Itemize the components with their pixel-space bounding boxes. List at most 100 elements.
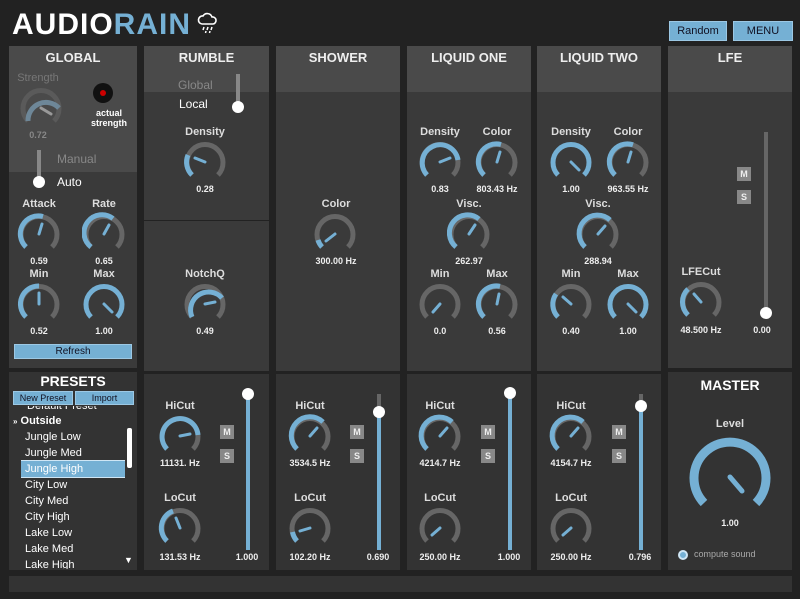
preset-item[interactable]: City Med bbox=[21, 493, 125, 509]
preset-item[interactable]: City Low bbox=[21, 477, 125, 493]
rumble-local-option[interactable]: Local bbox=[179, 97, 208, 111]
preset-scrollbar-thumb[interactable] bbox=[127, 428, 132, 468]
l1-mute-button[interactable]: M bbox=[481, 425, 495, 439]
shower-hicut-knob[interactable] bbox=[288, 414, 332, 458]
lfe-mute-button[interactable]: M bbox=[737, 167, 751, 181]
preset-item[interactable]: Jungle Low bbox=[21, 429, 125, 445]
shower-solo-button[interactable]: S bbox=[350, 449, 364, 463]
l2-visc-knob[interactable] bbox=[576, 212, 620, 256]
l2-visc-value: 288.94 bbox=[584, 256, 612, 266]
preset-list[interactable]: Jungle Low Jungle Med Jungle High City Low C… bbox=[21, 429, 125, 569]
master-level-label: Level bbox=[715, 418, 745, 430]
l2-locut-knob[interactable] bbox=[549, 506, 593, 550]
new-preset-button[interactable]: New Preset bbox=[13, 391, 73, 405]
l2-color-knob[interactable] bbox=[606, 140, 650, 184]
shower-color-knob[interactable] bbox=[313, 212, 357, 256]
l2-locut-value: 250.00 Hz bbox=[550, 552, 592, 562]
rain-cloud-icon bbox=[197, 12, 217, 34]
l1-solo-button[interactable]: S bbox=[481, 449, 495, 463]
l2-hicut-knob[interactable] bbox=[549, 414, 593, 458]
shower-hicut-value: 3534.5 Hz bbox=[289, 458, 331, 468]
preset-item[interactable]: Jungle High bbox=[21, 460, 125, 478]
l1-visc-value: 262.97 bbox=[455, 256, 483, 266]
shower-fader-handle[interactable] bbox=[373, 406, 385, 418]
rate-knob[interactable] bbox=[82, 212, 126, 256]
refresh-button[interactable]: Refresh bbox=[14, 344, 132, 359]
l1-max-label: Max bbox=[486, 268, 508, 280]
presets-panel: PRESETS Default Preset New Preset Import… bbox=[9, 372, 137, 570]
liquid-one-panel: LIQUID ONE Density 0.83 Color 803.43 Hz … bbox=[407, 46, 531, 371]
l1-min-knob[interactable] bbox=[418, 282, 462, 326]
compute-sound-radio[interactable] bbox=[678, 550, 688, 560]
manual-auto-switch-handle[interactable] bbox=[33, 176, 45, 188]
preset-item[interactable]: Lake Low bbox=[21, 525, 125, 541]
lfe-fader-track[interactable] bbox=[764, 132, 768, 312]
l2-fader-handle[interactable] bbox=[635, 400, 647, 412]
menu-button[interactable]: MENU bbox=[733, 21, 793, 41]
preset-group-outside[interactable]: » Outside bbox=[13, 415, 61, 427]
l2-mute-button[interactable]: M bbox=[612, 425, 626, 439]
l2-max-knob[interactable] bbox=[606, 282, 650, 326]
rumble-fader-handle[interactable] bbox=[242, 388, 254, 400]
presets-title: PRESETS bbox=[40, 373, 106, 389]
strength-knob[interactable] bbox=[19, 86, 63, 130]
rumble-notchq-knob[interactable] bbox=[183, 282, 227, 326]
rumble-divider bbox=[144, 220, 269, 221]
rumble-fader-value: 1.000 bbox=[235, 552, 259, 562]
l1-hicut-label: HiCut bbox=[425, 400, 455, 412]
l2-solo-button[interactable]: S bbox=[612, 449, 626, 463]
l1-hicut-knob[interactable] bbox=[418, 414, 462, 458]
lfe-fader-value: 0.00 bbox=[753, 325, 771, 335]
rumble-fader-fill[interactable] bbox=[246, 394, 250, 550]
shower-locut-value: 102.20 Hz bbox=[289, 552, 331, 562]
scroll-down-icon[interactable]: ▼ bbox=[124, 555, 133, 565]
preset-group-label: Outside bbox=[20, 415, 62, 427]
rumble-locut-value: 131.53 Hz bbox=[159, 552, 201, 562]
shower-fader-fill[interactable] bbox=[377, 412, 381, 550]
l2-density-knob[interactable] bbox=[549, 140, 593, 184]
rumble-solo-button[interactable]: S bbox=[220, 449, 234, 463]
rumble-density-knob[interactable] bbox=[183, 140, 227, 184]
rumble-switch-handle[interactable] bbox=[232, 101, 244, 113]
l1-fader-handle[interactable] bbox=[504, 387, 516, 399]
l1-color-knob[interactable] bbox=[475, 140, 519, 184]
random-button[interactable]: Random bbox=[669, 21, 727, 41]
l1-locut-knob[interactable] bbox=[418, 506, 462, 550]
l1-fader-value: 1.000 bbox=[497, 552, 521, 562]
l1-locut-label: LoCut bbox=[424, 492, 456, 504]
rumble-hicut-knob[interactable] bbox=[158, 414, 202, 458]
lfe-solo-button[interactable]: S bbox=[737, 190, 751, 204]
preset-item[interactable]: City High bbox=[21, 509, 125, 525]
l2-hicut-label: HiCut bbox=[556, 400, 586, 412]
shower-mute-button[interactable]: M bbox=[350, 425, 364, 439]
l1-max-knob[interactable] bbox=[475, 282, 519, 326]
auto-option[interactable]: Auto bbox=[57, 175, 82, 189]
import-button[interactable]: Import bbox=[75, 391, 134, 405]
compute-sound-label: compute sound bbox=[694, 549, 756, 559]
global-min-knob[interactable] bbox=[17, 282, 61, 326]
preset-item[interactable]: Jungle Med bbox=[21, 445, 125, 461]
rumble-mute-button[interactable]: M bbox=[220, 425, 234, 439]
brand-audio: AUDIO bbox=[12, 8, 114, 41]
attack-knob[interactable] bbox=[17, 212, 61, 256]
l1-visc-knob[interactable] bbox=[447, 212, 491, 256]
manual-option[interactable]: Manual bbox=[57, 152, 96, 166]
rumble-locut-knob[interactable] bbox=[158, 506, 202, 550]
rate-value: 0.65 bbox=[95, 256, 113, 266]
rumble-panel: RUMBLE Global Local Density 0.28 NotchQ … bbox=[144, 46, 269, 371]
l1-fader-fill[interactable] bbox=[508, 394, 512, 550]
liquid-two-title: LIQUID TWO bbox=[537, 46, 661, 92]
l2-min-knob[interactable] bbox=[549, 282, 593, 326]
shower-filter-panel: HiCut 3534.5 Hz M S LoCut 102.20 Hz 0.69… bbox=[276, 374, 400, 570]
rumble-global-option[interactable]: Global bbox=[178, 78, 213, 92]
lfecut-knob[interactable] bbox=[679, 280, 723, 324]
l2-max-label: Max bbox=[617, 268, 639, 280]
l2-fader-fill[interactable] bbox=[639, 406, 643, 550]
preset-item[interactable]: Lake Med bbox=[21, 541, 125, 557]
preset-item[interactable]: Lake High bbox=[21, 557, 125, 569]
master-level-knob[interactable] bbox=[689, 436, 771, 518]
shower-locut-knob[interactable] bbox=[288, 506, 332, 550]
global-max-knob[interactable] bbox=[82, 282, 126, 326]
l1-density-knob[interactable] bbox=[418, 140, 462, 184]
lfe-fader-handle[interactable] bbox=[760, 307, 772, 319]
